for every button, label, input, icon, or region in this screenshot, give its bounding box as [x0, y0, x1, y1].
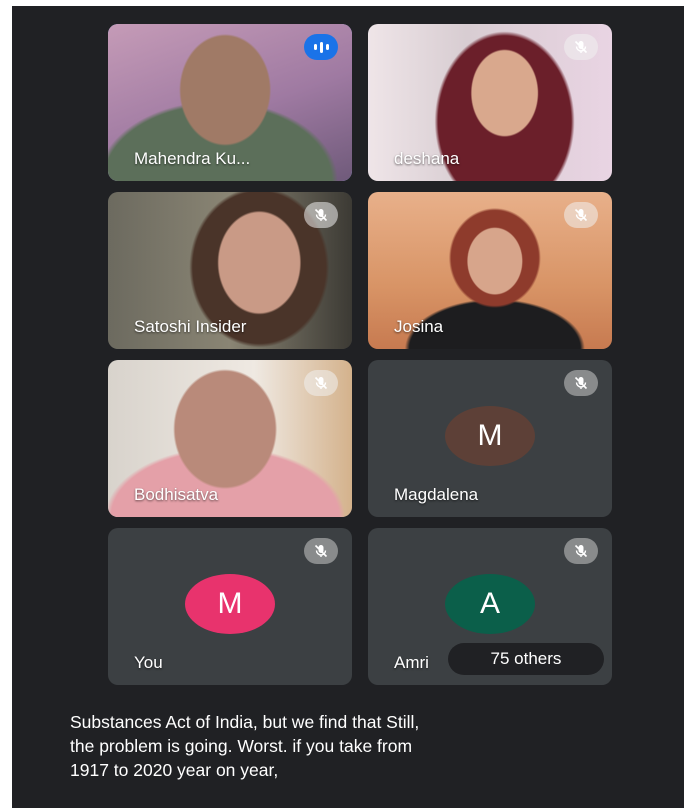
mic-off-icon	[564, 202, 598, 228]
caption-line: 1917 to 2020 year on year,	[70, 760, 279, 780]
avatar: A	[445, 574, 535, 634]
caption-line: Substances Act of India, but we find tha…	[70, 712, 420, 732]
audio-level-icon	[304, 34, 338, 60]
participant-name: Mahendra Ku...	[134, 149, 251, 168]
participant-name: deshana	[394, 149, 460, 168]
meeting-screen: Mahendra Ku... deshana Satoshi Insider J…	[12, 6, 684, 808]
participant-tile-you[interactable]: M You	[108, 528, 352, 685]
participant-tile-josina[interactable]: Josina	[368, 192, 612, 349]
others-count-chip[interactable]: 75 others	[448, 643, 604, 675]
participant-tile-deshana[interactable]: deshana	[368, 24, 612, 181]
avatar: M	[185, 574, 275, 634]
participant-name: Bodhisatva	[134, 485, 219, 504]
participant-tile-magdalena[interactable]: M Magdalena	[368, 360, 612, 517]
mic-off-icon	[564, 34, 598, 60]
mic-off-icon	[304, 202, 338, 228]
participant-tile-satoshi-insider[interactable]: Satoshi Insider	[108, 192, 352, 349]
participant-tile-mahendra[interactable]: Mahendra Ku...	[108, 24, 352, 181]
participant-tile-bodhisatva[interactable]: Bodhisatva	[108, 360, 352, 517]
mic-off-icon	[304, 538, 338, 564]
caption-line: the problem is going. Worst. if you take…	[70, 736, 413, 756]
participant-name: You	[134, 653, 163, 672]
participant-tile-amri[interactable]: A Amri 75 others	[368, 528, 612, 685]
mic-off-icon	[304, 370, 338, 396]
participant-name: Magdalena	[394, 485, 479, 504]
avatar: M	[445, 406, 535, 466]
mic-off-icon	[564, 370, 598, 396]
mic-off-icon	[564, 538, 598, 564]
participant-name: Josina	[394, 317, 444, 336]
participant-name: Satoshi Insider	[134, 317, 247, 336]
live-caption: Substances Act of India, but we find tha…	[70, 710, 670, 782]
participant-name: Amri	[394, 653, 429, 672]
